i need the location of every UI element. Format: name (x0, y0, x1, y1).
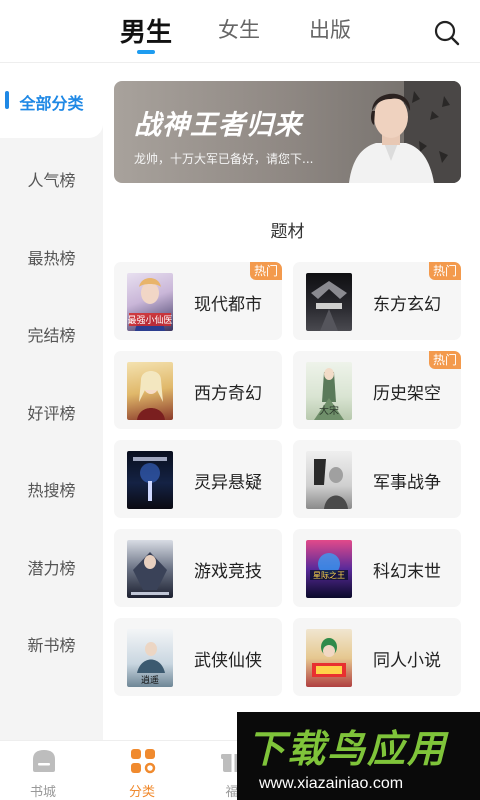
hot-badge: 热门 (429, 351, 461, 369)
sidebar-item-popular[interactable]: 人气榜 (0, 167, 103, 191)
promo-banner[interactable]: 战神王者归来 龙帅，十万大军已备好，请您下... (114, 81, 461, 183)
category-card-fan-fiction[interactable]: 同人小说 (293, 618, 461, 696)
book-cover-art (137, 371, 165, 420)
hot-badge: 热门 (250, 262, 282, 280)
category-card-eastern-fantasy[interactable]: 东方玄幻 热门 (293, 262, 461, 340)
hot-badge: 热门 (429, 262, 461, 280)
category-label: 军事战争 (373, 473, 441, 493)
book-cover: 星际之王 (306, 540, 352, 598)
sidebar-item-all-categories[interactable]: 全部分类 (0, 90, 103, 114)
book-cover (306, 273, 352, 331)
book-cover: 最强小仙医 (127, 273, 173, 331)
search-icon (434, 20, 460, 46)
category-card-modern-urban[interactable]: 最强小仙医 现代都市 热门 (114, 262, 282, 340)
book-cover (306, 629, 352, 687)
book-cover-art: 大宋 (314, 368, 344, 420)
ranking-sidebar: 全部分类 人气榜 最热榜 完结榜 好评榜 热搜榜 潜力榜 新书榜 (0, 63, 103, 740)
nav-label: 书城 (29, 785, 56, 800)
category-label: 历史架空 (373, 384, 441, 404)
book-cover (306, 451, 352, 509)
cover-title-text: 逍遥 (141, 674, 159, 686)
book-cover-art (312, 638, 346, 677)
tab-published[interactable]: 出版 (309, 14, 351, 44)
book-cover-art (314, 459, 348, 509)
category-card-alternate-history[interactable]: 大宋 历史架空 热门 (293, 351, 461, 429)
book-cover (127, 362, 173, 420)
active-tab-indicator (137, 50, 155, 54)
book-cover-art: 最强小仙医 (127, 278, 173, 331)
cover-title-text: 最强小仙医 (127, 314, 172, 326)
category-label: 科幻末世 (373, 562, 441, 582)
sidebar-item-hot-search[interactable]: 热搜榜 (0, 477, 103, 501)
sidebar-item-potential[interactable]: 潜力榜 (0, 555, 103, 579)
section-title-genre: 题材 (270, 222, 305, 242)
sidebar-item-well-reviewed[interactable]: 好评榜 (0, 400, 103, 424)
sidebar-item-completed[interactable]: 完结榜 (0, 322, 103, 346)
category-card-military-war[interactable]: 军事战争 (293, 440, 461, 518)
category-card-western-fantasy[interactable]: 西方奇幻 (114, 351, 282, 429)
category-label: 现代都市 (194, 295, 262, 315)
category-grid-icon (131, 749, 156, 774)
book-cover-art (131, 552, 169, 595)
category-label: 灵异悬疑 (194, 473, 262, 493)
book-cover-art: 星际之王 (310, 553, 348, 580)
category-label: 东方玄幻 (373, 295, 441, 315)
top-tab-bar: 男生 女生 出版 (0, 0, 480, 62)
book-cover: 大宋 (306, 362, 352, 420)
category-card-supernatural-mystery[interactable]: 灵异悬疑 (114, 440, 282, 518)
sidebar-item-hottest[interactable]: 最热榜 (0, 245, 103, 269)
category-label: 同人小说 (373, 651, 441, 671)
watermark-logo: 下载鸟应用 www.xiazainiao.com (237, 712, 480, 800)
nav-label: 分类 (128, 785, 155, 800)
book-cover-art (133, 457, 167, 501)
book-cover: 逍遥 (127, 629, 173, 687)
watermark-url: www.xiazainiao.com (259, 775, 404, 792)
category-label: 游戏竞技 (194, 562, 262, 582)
category-card-gaming-esports[interactable]: 游戏竞技 (114, 529, 282, 607)
banner-subtitle: 龙帅，十万大军已备好，请您下... (134, 152, 314, 166)
category-label: 武侠仙侠 (194, 651, 262, 671)
category-card-wuxia-xianxia[interactable]: 逍遥 武侠仙侠 (114, 618, 282, 696)
search-button[interactable] (432, 18, 462, 48)
book-cover (127, 451, 173, 509)
watermark-title: 下载鸟应用 (247, 727, 448, 771)
book-cover-art: 逍遥 (137, 642, 165, 686)
category-card-scifi-apocalypse[interactable]: 星际之王 科幻末世 (293, 529, 461, 607)
tab-male[interactable]: 男生 (120, 12, 172, 49)
sidebar-item-new-books[interactable]: 新书榜 (0, 632, 103, 656)
cover-title-text: 大宋 (319, 404, 339, 417)
cover-title-text: 星际之王 (313, 570, 345, 580)
book-cover (127, 540, 173, 598)
tab-female[interactable]: 女生 (218, 14, 260, 44)
book-cover-art (311, 281, 347, 331)
bookstore-icon (33, 750, 55, 772)
category-label: 西方奇幻 (194, 384, 262, 404)
banner-title: 战神王者归来 (134, 110, 302, 141)
